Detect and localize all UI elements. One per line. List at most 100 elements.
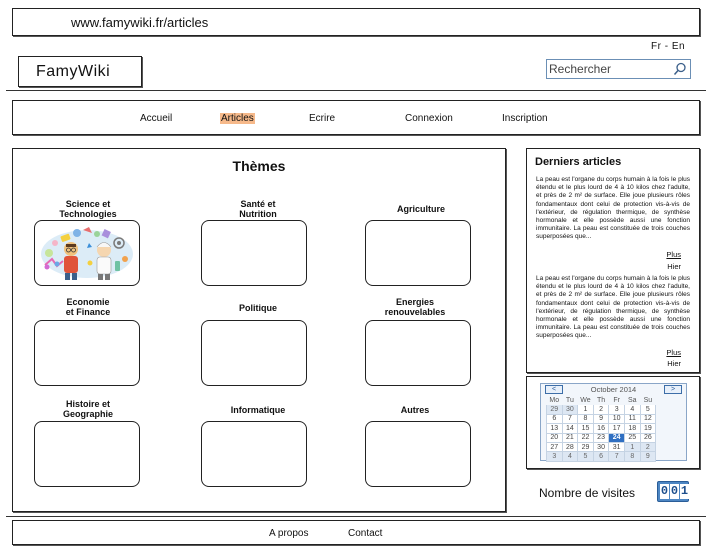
calendar-day[interactable]: 6 <box>546 413 563 425</box>
calendar-day[interactable]: 30 <box>561 404 579 415</box>
calendar-day[interactable]: 15 <box>577 423 594 434</box>
calendar-day[interactable]: 16 <box>592 423 610 434</box>
weekday-label: Th <box>596 396 606 404</box>
nav-inscription[interactable]: Inscription <box>502 113 548 124</box>
calendar-day[interactable]: 4 <box>561 451 579 462</box>
latest-articles-title: Derniers articles <box>535 156 622 168</box>
calendar-day[interactable]: 1 <box>623 441 641 453</box>
article-date: Hier <box>667 262 681 271</box>
visit-counter: 0 0 1 <box>657 481 689 502</box>
nav-articles[interactable]: Articles <box>220 113 255 124</box>
calendar-day[interactable]: 14 <box>561 423 579 434</box>
calendar-day[interactable]: 1 <box>577 404 594 415</box>
nav-connexion[interactable]: Connexion <box>405 113 453 124</box>
calendar-day[interactable]: 29 <box>546 404 563 415</box>
theme-label-science: Science et Technologies <box>59 199 117 219</box>
article-more-link[interactable]: Plus <box>666 348 681 357</box>
calendar-day[interactable]: 3 <box>608 404 625 415</box>
calendar-day[interactable]: 17 <box>608 423 625 434</box>
calendar-next-button[interactable]: > <box>664 385 682 394</box>
url-text: www.famywiki.fr/articles <box>71 15 209 30</box>
article-excerpt: La peau est l'organe du corps humain à l… <box>536 275 690 340</box>
calendar-day[interactable]: 5 <box>577 451 594 462</box>
latest-articles-panel: Derniers articles La peau est l'organe d… <box>526 148 700 373</box>
calendar-day[interactable]: 19 <box>639 423 657 434</box>
calendar-day[interactable]: 3 <box>546 451 563 462</box>
calendar-panel: < October 2014 > Mo Tu We Th Fr Sa Su 29… <box>526 376 700 469</box>
site-logo[interactable]: FamyWiki <box>18 56 142 87</box>
calendar-day-today[interactable]: 24 <box>608 432 625 443</box>
calendar-header: < October 2014 > <box>541 384 686 395</box>
calendar-day[interactable]: 7 <box>608 451 625 462</box>
search-input[interactable] <box>549 61 669 77</box>
counter-digit: 1 <box>680 484 689 499</box>
article-excerpt: La peau est l'organe du corps humain à l… <box>536 176 690 241</box>
footer-link-about[interactable]: A propos <box>269 528 308 539</box>
weekday-label: Sa <box>627 396 637 404</box>
theme-card-sante[interactable] <box>201 220 307 286</box>
theme-card-economie[interactable] <box>34 320 140 386</box>
calendar-day[interactable]: 27 <box>546 441 563 453</box>
calendar-day[interactable]: 9 <box>592 413 610 425</box>
calendar-day[interactable]: 30 <box>592 441 610 453</box>
footer-divider <box>6 516 706 517</box>
theme-card-informatique[interactable] <box>201 421 307 487</box>
calendar-day[interactable]: 22 <box>577 432 594 443</box>
search-box[interactable] <box>546 59 691 79</box>
calendar-day[interactable]: 29 <box>577 441 594 453</box>
calendar-day[interactable]: 8 <box>623 451 641 462</box>
theme-label-economie: Economie et Finance <box>65 297 111 317</box>
weekday-label: Fr <box>613 396 620 404</box>
calendar-day[interactable]: 12 <box>639 413 657 425</box>
calendar-day[interactable]: 5 <box>639 404 657 415</box>
theme-card-energies[interactable] <box>365 320 471 386</box>
calendar-day[interactable]: 4 <box>623 404 641 415</box>
calendar-day[interactable]: 2 <box>639 441 657 453</box>
calendar-day[interactable]: 25 <box>623 432 641 443</box>
calendar-day[interactable]: 9 <box>639 451 657 462</box>
theme-card-autres[interactable] <box>365 421 471 487</box>
calendar-day[interactable]: 2 <box>592 404 610 415</box>
calendar-day[interactable]: 6 <box>592 451 610 462</box>
header-divider <box>6 90 706 92</box>
nav-ecrire[interactable]: Ecrire <box>309 113 335 124</box>
calendar-grid: Mo Tu We Th Fr Sa Su 29 30 1 2 3 4 5 6 7… <box>546 395 657 462</box>
calendar-day[interactable]: 23 <box>592 432 610 443</box>
footer: A propos Contact <box>12 520 700 545</box>
weekday-label: Tu <box>565 396 574 404</box>
footer-link-contact[interactable]: Contact <box>348 528 382 539</box>
calendar-day[interactable]: 26 <box>639 432 657 443</box>
theme-label-agriculture: Agriculture <box>396 204 445 214</box>
language-switch[interactable]: Fr - En <box>651 41 685 52</box>
theme-label-informatique: Informatique <box>230 405 286 415</box>
theme-card-politique[interactable] <box>201 320 307 386</box>
address-bar[interactable]: www.famywiki.fr/articles <box>12 8 700 36</box>
theme-label-politique: Politique <box>239 303 277 313</box>
article-date: Hier <box>667 359 681 368</box>
theme-label-autres: Autres <box>400 405 430 415</box>
calendar-day[interactable]: 13 <box>546 423 563 434</box>
weekday-label: Su <box>643 396 653 404</box>
logo-text: FamyWiki <box>36 63 111 80</box>
counter-digit: 0 <box>660 484 669 499</box>
calendar-day[interactable]: 10 <box>608 413 625 425</box>
calendar-day[interactable]: 18 <box>623 423 641 434</box>
search-icon[interactable] <box>673 62 687 76</box>
calendar-day[interactable]: 20 <box>546 432 563 443</box>
theme-card-histoire[interactable] <box>34 421 140 487</box>
calendar-day[interactable]: 11 <box>623 413 641 425</box>
weekday-label: Mo <box>549 396 560 404</box>
theme-label-sante: Santé et Nutrition <box>239 199 277 219</box>
article-more-link[interactable]: Plus <box>666 250 681 259</box>
calendar-day[interactable]: 7 <box>561 413 579 425</box>
theme-card-science[interactable] <box>34 220 140 286</box>
theme-card-agriculture[interactable] <box>365 220 471 286</box>
calendar-day[interactable]: 31 <box>608 441 625 453</box>
theme-label-histoire: Histoire et Geographie <box>62 399 113 419</box>
calendar-widget: < October 2014 > Mo Tu We Th Fr Sa Su 29… <box>540 383 687 462</box>
calendar-day[interactable]: 28 <box>561 441 579 453</box>
nav-accueil[interactable]: Accueil <box>140 113 172 124</box>
calendar-day[interactable]: 21 <box>561 432 579 443</box>
themes-panel: Thèmes Science et Technologies Santé et … <box>12 148 506 512</box>
calendar-day[interactable]: 8 <box>577 413 594 425</box>
